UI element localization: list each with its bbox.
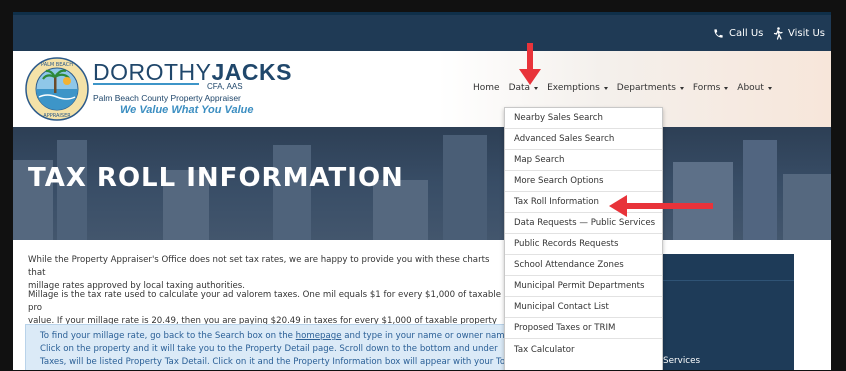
page-title: TAX ROLL INFORMATION bbox=[28, 163, 404, 193]
visit-us-label: Visit Us bbox=[788, 27, 826, 39]
menu-item-more-search-options[interactable]: More Search Options bbox=[505, 171, 662, 192]
nav-departments-label: Departments bbox=[616, 83, 676, 93]
menu-item-proposed-taxes[interactable]: Proposed Taxes or TRIM bbox=[505, 318, 662, 339]
info-box: To find your millage rate, go back to th… bbox=[25, 324, 510, 370]
homepage-link[interactable]: homepage bbox=[296, 331, 342, 341]
caret-down-icon bbox=[679, 86, 684, 90]
info-line-3: Taxes, will be listed Property Tax Detai… bbox=[40, 357, 506, 367]
sidebar-divider bbox=[653, 280, 794, 281]
svg-text:PALM BEACH: PALM BEACH bbox=[41, 62, 73, 68]
nav-item-forms[interactable]: Forms bbox=[692, 83, 729, 93]
logo-first-name: DOROTHY bbox=[93, 59, 212, 85]
intro-paragraph: While the Property Appraiser's Office do… bbox=[28, 254, 508, 293]
info-text-post: and type in your name or owner name bbox=[341, 331, 510, 341]
visit-us-link[interactable]: Visit Us bbox=[773, 23, 825, 43]
data-dropdown-menu: Nearby Sales Search Advanced Sales Searc… bbox=[504, 107, 663, 370]
site-header: PALM BEACH APPRAISER DOROTHYJACKS CFA, A… bbox=[13, 51, 831, 127]
logo-subtitle: Palm Beach County Property Appraiser bbox=[93, 93, 241, 103]
nav-about-label: About bbox=[737, 83, 764, 93]
building-shape bbox=[743, 140, 777, 240]
nav-item-departments[interactable]: Departments bbox=[617, 83, 684, 93]
menu-item-municipal-contact-list[interactable]: Municipal Contact List bbox=[505, 297, 662, 318]
caret-down-icon bbox=[724, 86, 729, 90]
call-us-link[interactable]: Call Us bbox=[713, 23, 763, 43]
phone-icon bbox=[714, 28, 723, 38]
nav-item-home[interactable]: Home bbox=[473, 83, 500, 93]
logo-tagline: We Value What You Value bbox=[120, 104, 254, 116]
browser-frame: Call Us Visit Us PALM BEACH APPRAISER DO… bbox=[13, 12, 831, 370]
walking-person-icon bbox=[773, 26, 783, 40]
menu-item-tax-calculator[interactable]: Tax Calculator bbox=[505, 339, 662, 360]
nav-item-about[interactable]: About bbox=[737, 83, 772, 93]
sidebar-panel: Services bbox=[653, 254, 794, 370]
logo-name: DOROTHYJACKS bbox=[93, 59, 292, 86]
building-shape bbox=[443, 135, 487, 240]
info-text-pre: To find your millage rate, go back to th… bbox=[40, 331, 296, 341]
caret-down-icon bbox=[767, 86, 772, 90]
nav-forms-label: Forms bbox=[692, 83, 721, 93]
info-line-2: Click on the property and it will take y… bbox=[40, 344, 498, 354]
top-bar: Call Us Visit Us bbox=[13, 15, 831, 51]
logo-credentials: CFA, AAS bbox=[207, 82, 243, 91]
hero-banner: TAX ROLL INFORMATION bbox=[13, 127, 831, 240]
call-us-label: Call Us bbox=[729, 27, 764, 39]
nav-exemptions-label: Exemptions bbox=[547, 83, 600, 93]
caret-down-icon bbox=[603, 86, 608, 90]
red-arrow-down-annotation bbox=[519, 43, 541, 85]
red-arrow-left-annotation bbox=[609, 195, 713, 217]
millage-line-1: Millage is the tax rate used to calculat… bbox=[28, 290, 501, 313]
menu-item-nearby-sales-search[interactable]: Nearby Sales Search bbox=[505, 108, 662, 129]
menu-item-advanced-sales-search[interactable]: Advanced Sales Search bbox=[505, 129, 662, 150]
county-seal-logo[interactable]: PALM BEACH APPRAISER bbox=[25, 57, 89, 121]
menu-item-municipal-permit-departments[interactable]: Municipal Permit Departments bbox=[505, 276, 662, 297]
main-content: While the Property Appraiser's Office do… bbox=[13, 240, 831, 370]
menu-item-public-records-requests[interactable]: Public Records Requests bbox=[505, 234, 662, 255]
menu-item-map-search[interactable]: Map Search bbox=[505, 150, 662, 171]
logo-divider bbox=[93, 83, 199, 85]
intro-line-1: While the Property Appraiser's Office do… bbox=[28, 255, 490, 278]
sidebar-services-text[interactable]: Services bbox=[663, 356, 700, 366]
menu-item-school-attendance-zones[interactable]: School Attendance Zones bbox=[505, 255, 662, 276]
building-shape bbox=[783, 174, 831, 240]
svg-text:APPRAISER: APPRAISER bbox=[43, 113, 71, 119]
nav-home-label: Home bbox=[473, 83, 500, 93]
nav-item-exemptions[interactable]: Exemptions bbox=[547, 83, 608, 93]
